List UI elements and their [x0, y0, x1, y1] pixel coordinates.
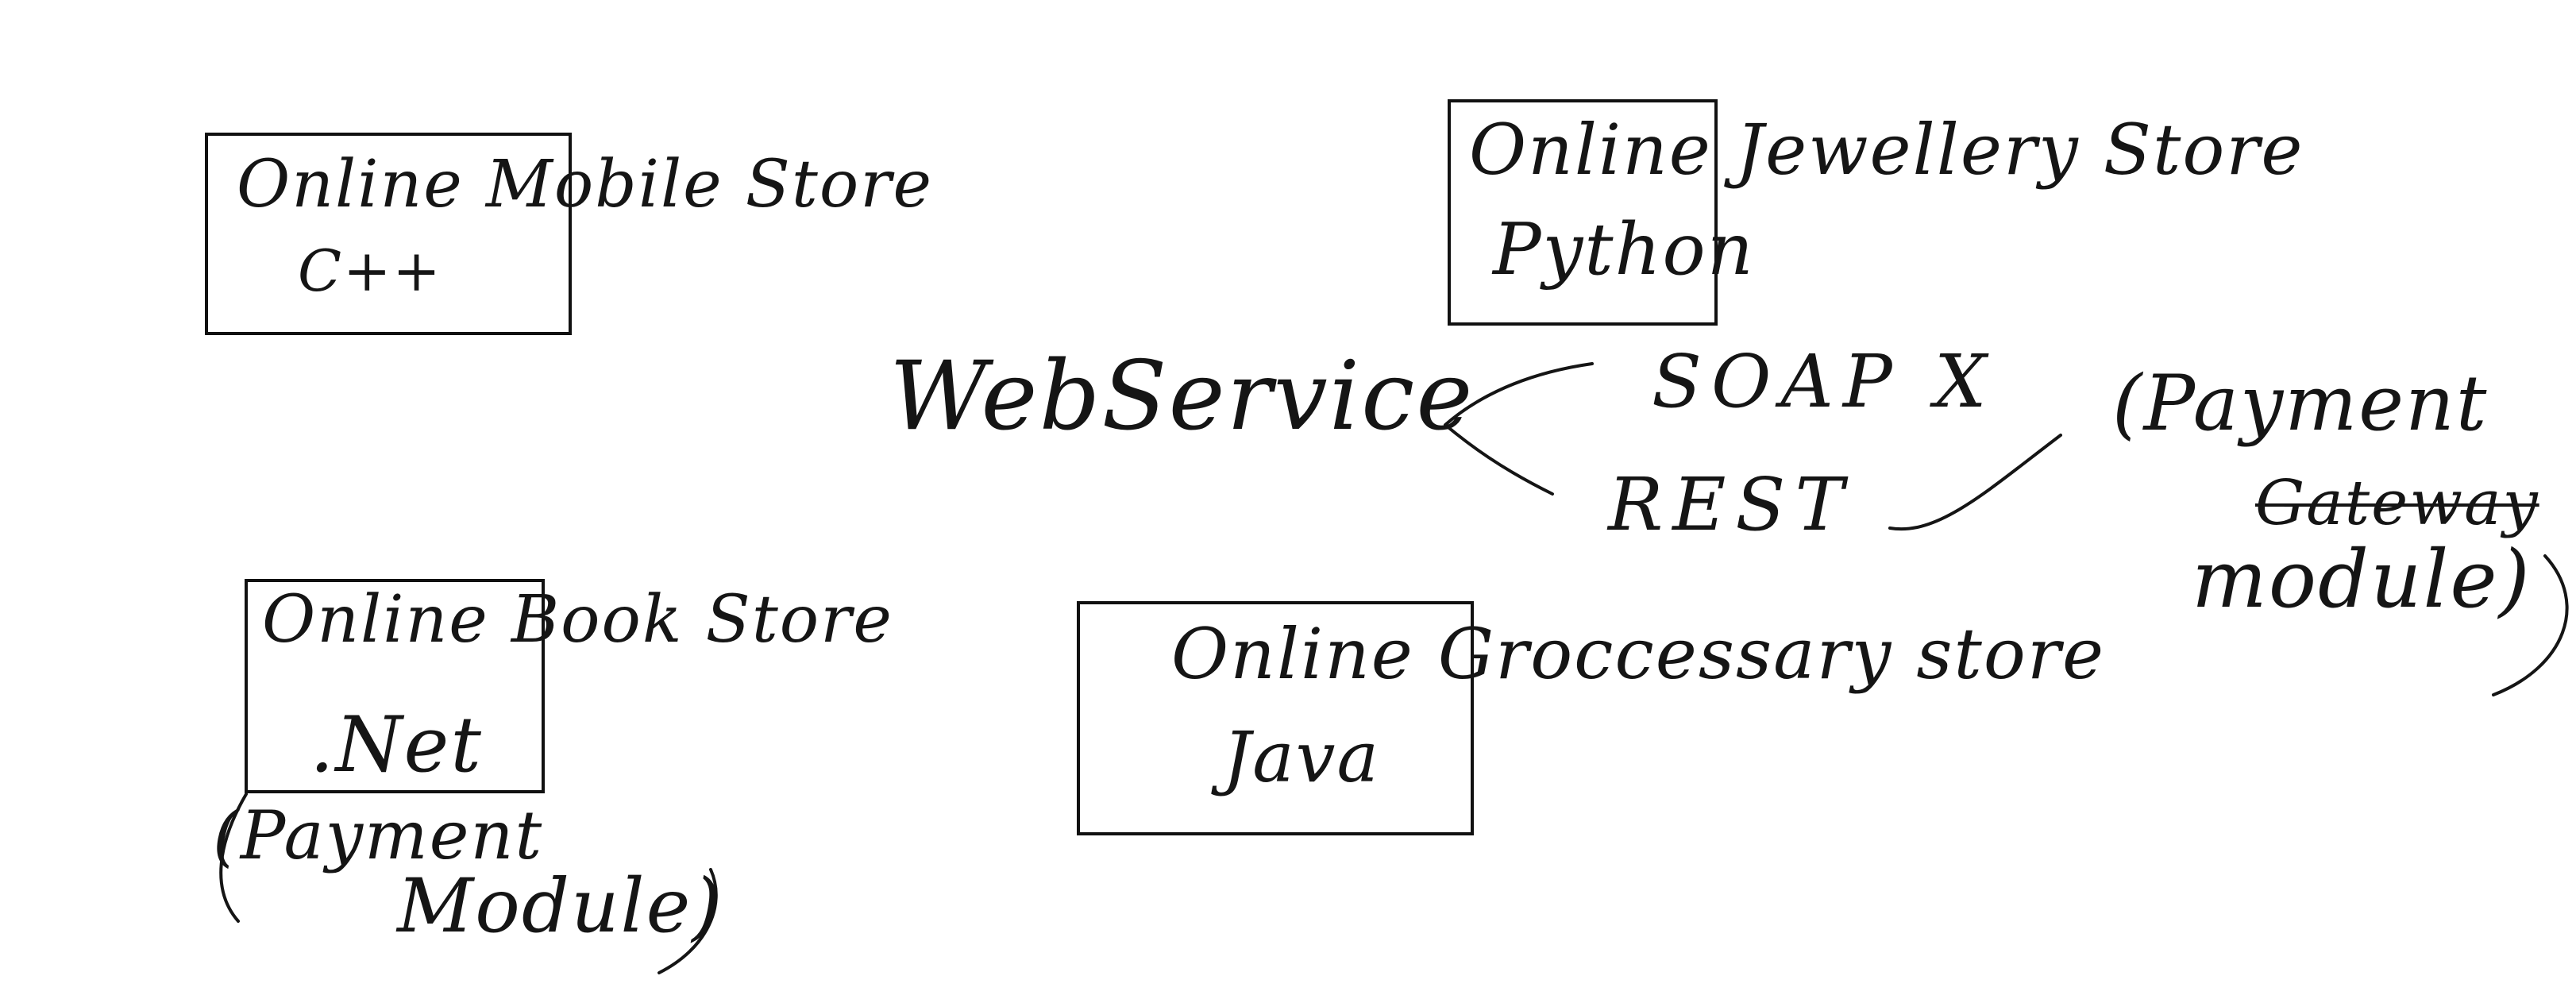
- grocery-store-tech: Java: [1223, 716, 1380, 798]
- mobile-store-name: Online Mobile Store: [237, 147, 933, 222]
- web-service-option-rest: REST: [1608, 462, 1853, 547]
- book-store-payment-note-line2: Module): [397, 863, 723, 950]
- book-store-name: Online Book Store: [262, 582, 893, 658]
- payment-gateway-line1: (Payment: [2112, 359, 2489, 448]
- grocery-store-name: Online Groccessary store: [1171, 613, 2106, 695]
- mobile-store-tech: C++: [298, 237, 442, 304]
- payment-gateway-struck-word: Gateway: [2255, 468, 2539, 539]
- web-service-label: WebService: [889, 341, 1475, 452]
- jewellery-store-tech: Python: [1493, 208, 1755, 291]
- payment-gateway-line2: module): [2192, 533, 2532, 626]
- web-service-option-soap: SOAP X: [1652, 339, 1996, 424]
- book-store-payment-note-line1: (Payment: [213, 796, 544, 874]
- jewellery-store-name: Online Jewellery Store: [1469, 109, 2304, 191]
- book-store-tech: .Net: [310, 700, 483, 789]
- rest-closing-stroke: [1888, 434, 2062, 531]
